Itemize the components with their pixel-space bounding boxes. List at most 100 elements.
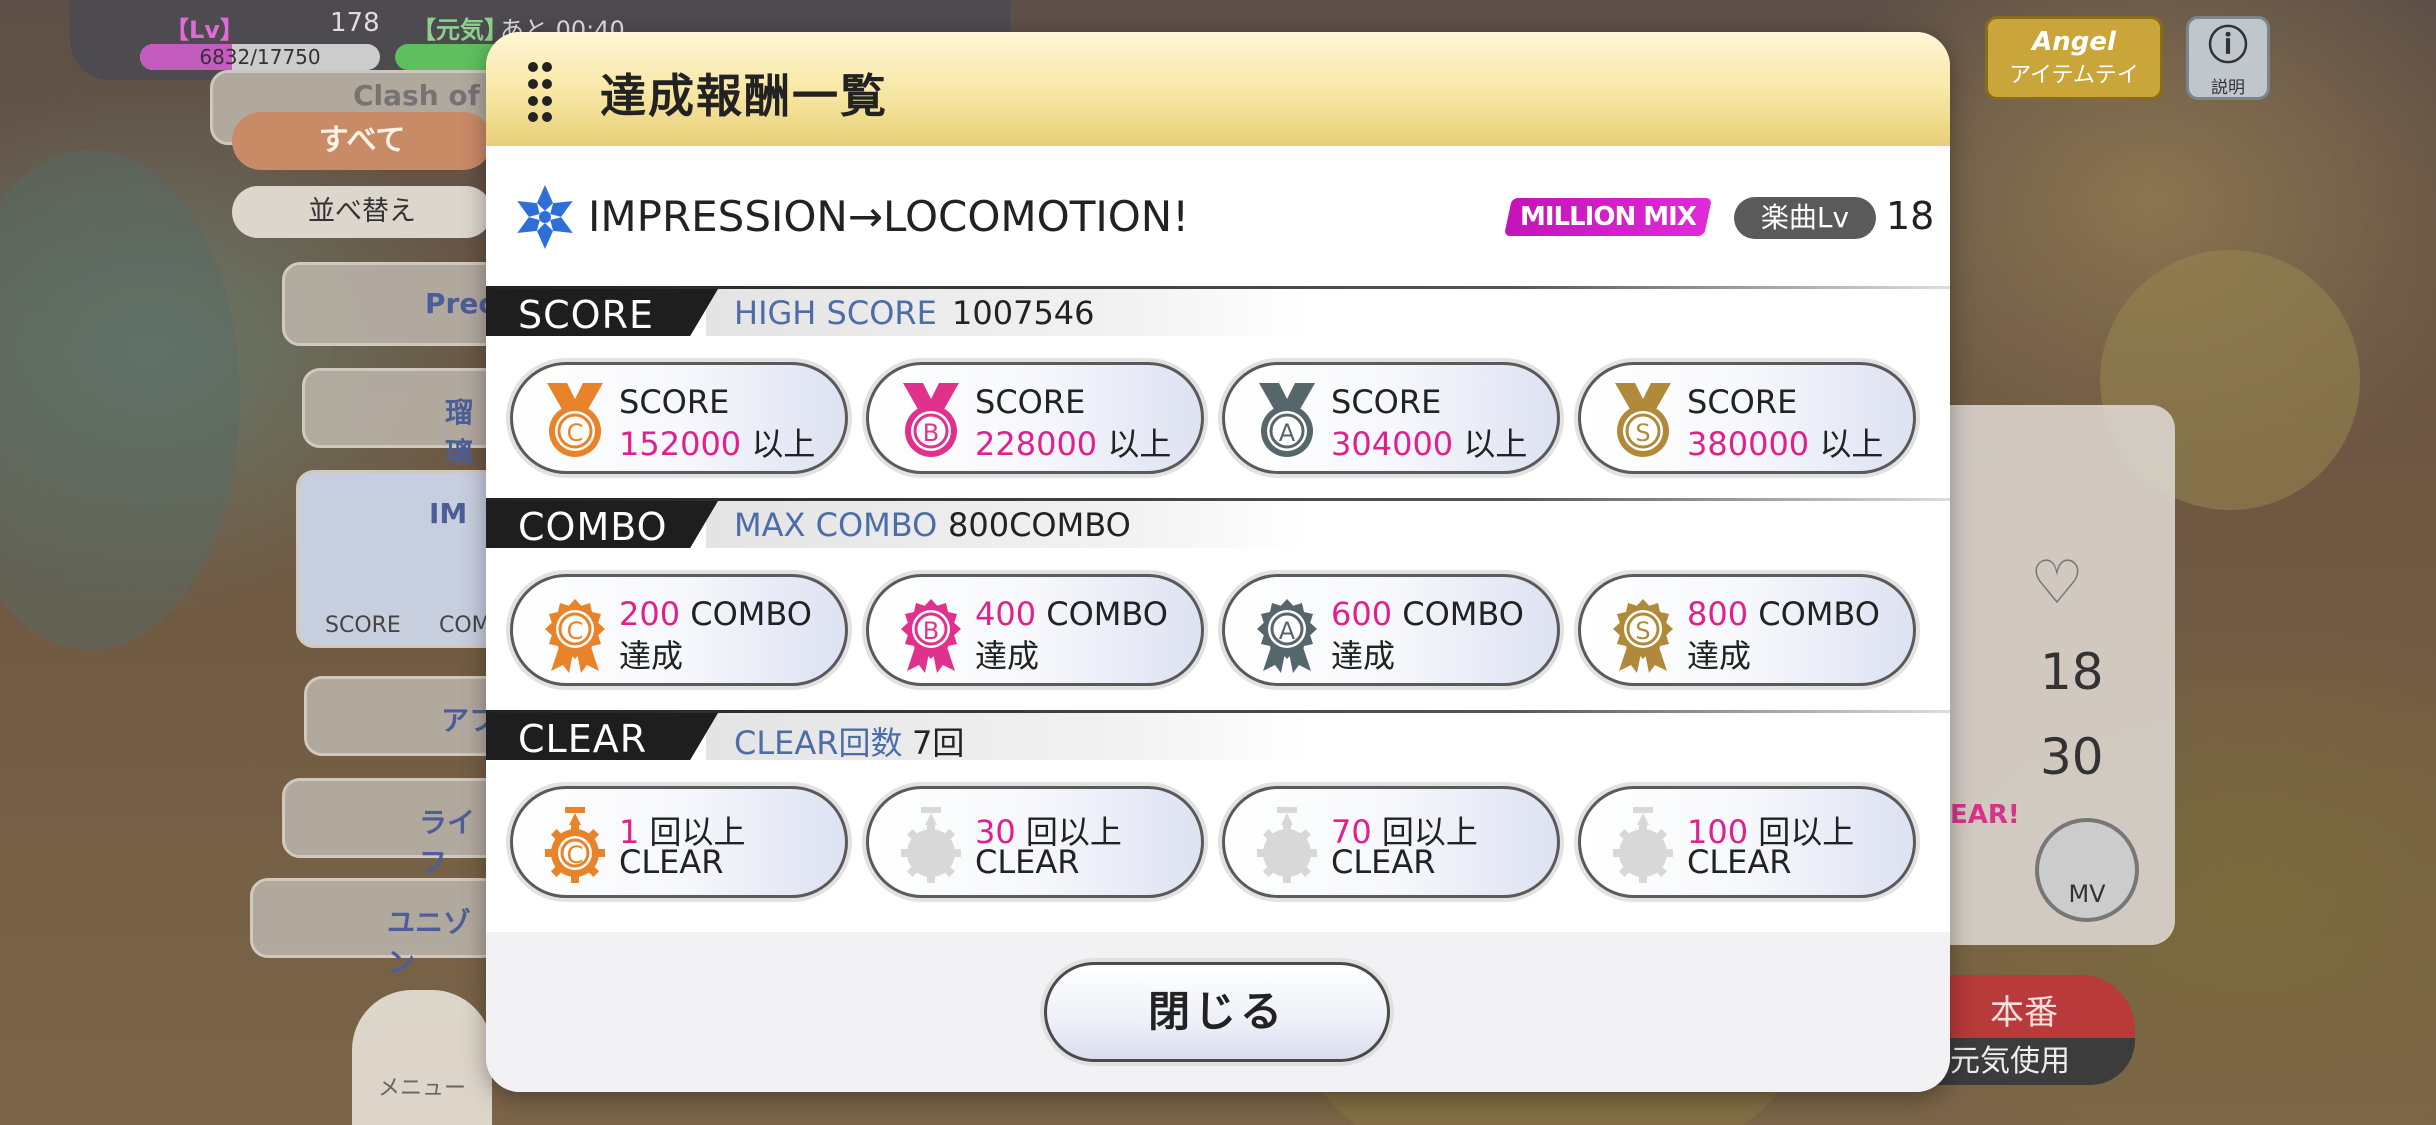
clear-reward-card[interactable]: 100 回以上 CLEAR (1578, 786, 1916, 898)
reward-line-2: 達成 (1687, 631, 1751, 677)
svg-text:B: B (923, 617, 939, 645)
reward-label: SCORE (975, 383, 1086, 421)
reward-label: SCORE (1331, 383, 1442, 421)
rank-a-score-medal-icon: A (1259, 383, 1315, 457)
song-list-item[interactable]: 瑠璃 (302, 368, 502, 469)
reward-line-1: SCORE (619, 383, 729, 421)
combo-reward-card[interactable]: B 400 COMBO 達成 (866, 574, 1204, 686)
favorite-heart-icon[interactable]: ♡ (2030, 548, 2084, 618)
level-value: 178 (330, 8, 380, 38)
rank-b-score-medal-icon: B (903, 383, 959, 457)
close-button[interactable]: 閉じる (1044, 962, 1390, 1062)
svg-text:B: B (923, 419, 939, 447)
combo-reward-card[interactable]: C 200 COMBO 達成 (510, 574, 848, 686)
dialog-header: 達成報酬一覧 (486, 32, 1950, 146)
sort-button[interactable]: 並べ替え (232, 186, 492, 238)
reward-line-2: 228000 以上 (975, 419, 1171, 465)
rank-a-combo-medal-icon: A (1257, 599, 1317, 673)
reward-threshold: 800 (1687, 595, 1749, 633)
section-title: SCORE (518, 293, 654, 337)
reward-threshold: 380000 (1687, 425, 1810, 463)
svg-text:C: C (567, 841, 584, 869)
reward-label: CLEAR (619, 843, 724, 881)
combo-reward-card[interactable]: A 600 COMBO 達成 (1222, 574, 1560, 686)
reward-line-2: CLEAR (619, 843, 724, 881)
song-list-item-selected[interactable]: IM SCORE COM (296, 470, 506, 648)
score-section-header: SCORE HIGH SCORE 1007546 (486, 286, 1950, 336)
reward-threshold: 400 (975, 595, 1037, 633)
clear-section-header: CLEAR CLEAR回数 7回 (486, 710, 1950, 762)
million-mix-badge: MILLION MIX (1503, 198, 1713, 236)
reward-line-2: CLEAR (1687, 843, 1792, 881)
rank-b-combo-medal-icon: B (901, 599, 961, 673)
svg-text:A: A (1279, 419, 1296, 447)
clear-reward-card[interactable]: C1 回以上 CLEAR (510, 786, 848, 898)
reward-label: CLEAR (1687, 843, 1792, 881)
score-reward-card[interactable]: A SCORE 304000 以上 (1222, 362, 1560, 474)
reward-line-2: 152000 以上 (619, 419, 815, 465)
combo-section-header: COMBO MAX COMBO 800COMBO (486, 498, 1950, 548)
reward-line-2: CLEAR (975, 843, 1080, 881)
reward-label: CLEAR (1331, 843, 1436, 881)
reward-line-2: 304000 以上 (1331, 419, 1527, 465)
clear-count-label: CLEAR回数 (734, 724, 903, 762)
help-button[interactable]: ⓘ 説明 (2186, 16, 2270, 100)
live-label: 本番 (1990, 993, 2058, 1033)
reward-suffix: 以上 (751, 425, 816, 463)
svg-text:C: C (567, 617, 584, 645)
song-level-value: 18 (1886, 194, 1935, 238)
notes-value: 30 (2040, 728, 2104, 786)
reward-line-2: 達成 (975, 631, 1039, 677)
reward-line-1: 400 COMBO (975, 595, 1168, 633)
clear-reward-card[interactable]: 30 回以上 CLEAR (866, 786, 1204, 898)
level-label: 【Lv】 (165, 16, 244, 44)
reward-line-1: SCORE (975, 383, 1085, 421)
reward-line-1: SCORE (1331, 383, 1441, 421)
level-label-badge: 楽曲Lv (1734, 197, 1876, 239)
info-icon: ⓘ (2208, 23, 2248, 69)
locked-clear-medal-icon (1613, 807, 1673, 883)
song-list-item[interactable]: ユニゾン (250, 878, 500, 979)
reward-line-2: CLEAR (1331, 843, 1436, 881)
snowflake-icon (517, 185, 573, 249)
clear-reward-card[interactable]: 70 回以上 CLEAR (1222, 786, 1560, 898)
svg-text:S: S (1635, 617, 1650, 645)
song-title: IMPRESSION→LOCOMOTION! (588, 192, 1190, 241)
filter-all-button[interactable]: すべて (232, 112, 492, 170)
reward-label: COMBO (690, 595, 812, 633)
reward-line-1: 200 COMBO (619, 595, 812, 633)
reward-line-1: 600 COMBO (1331, 595, 1524, 633)
rank-c-combo-medal-icon: C (545, 599, 605, 673)
angel-label: Angel (2032, 27, 2116, 57)
help-label: 説明 (2211, 78, 2245, 98)
menu-button[interactable]: メニュー (352, 990, 492, 1125)
rank-c-clear-medal-icon: C (545, 807, 605, 883)
song-list-item[interactable]: アフ (304, 676, 504, 756)
reward-line-2: 380000 以上 (1687, 419, 1883, 465)
reward-threshold: 600 (1331, 595, 1393, 633)
reward-suffix: 以上 (1819, 425, 1884, 463)
song-list-item[interactable]: Preci (282, 262, 505, 346)
angel-item-button[interactable]: Angel アイテムテイ (1985, 16, 2163, 100)
svg-text:S: S (1635, 419, 1650, 447)
reward-threshold: 152000 (619, 425, 742, 463)
reward-status: 達成 (619, 637, 684, 675)
rank-s-combo-medal-icon: S (1613, 599, 1673, 673)
song-info-row: IMPRESSION→LOCOMOTION! MILLION MIX 楽曲Lv … (486, 182, 1950, 252)
selected-song-tab: SCORE (325, 613, 401, 638)
item-tei-label: アイテムテイ (2009, 63, 2139, 88)
reward-line-1: 800 COMBO (1687, 595, 1880, 633)
combo-reward-card[interactable]: S 800 COMBO 達成 (1578, 574, 1916, 686)
live-start-button[interactable]: 本番 元気使用 (1930, 975, 2135, 1085)
selected-song-tab: COM (439, 613, 491, 638)
song-list-item[interactable]: ライフ (282, 778, 502, 879)
mv-button[interactable]: MV (2035, 818, 2139, 922)
reward-label: SCORE (1687, 383, 1798, 421)
rank-s-score-medal-icon: S (1615, 383, 1671, 457)
svg-text:C: C (567, 419, 584, 447)
score-reward-card[interactable]: C SCORE 152000 以上 (510, 362, 848, 474)
score-reward-card[interactable]: S SCORE 380000 以上 (1578, 362, 1916, 474)
reward-label: COMBO (1402, 595, 1524, 633)
reward-label: SCORE (619, 383, 730, 421)
score-reward-card[interactable]: B SCORE 228000 以上 (866, 362, 1204, 474)
